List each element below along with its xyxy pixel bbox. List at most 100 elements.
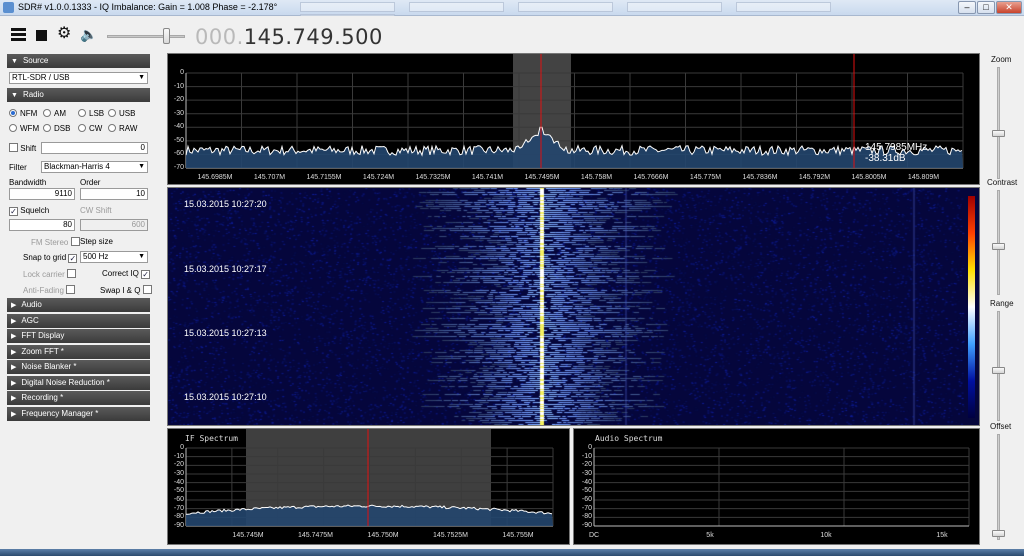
mode-label: LSB — [89, 109, 105, 118]
if-spectrum-y-tick: -20 — [173, 461, 184, 469]
radio-indicator — [108, 109, 116, 117]
offset-slider-track[interactable] — [997, 434, 1000, 540]
section-radio[interactable]: ▼ Radio — [7, 88, 150, 102]
maximize-button[interactable]: □ — [977, 1, 995, 14]
zoom-slider-track[interactable] — [997, 67, 1000, 179]
volume-slider-track[interactable] — [107, 35, 185, 38]
mode-radio-usb[interactable]: USB — [108, 109, 135, 118]
stop-icon[interactable] — [36, 30, 47, 41]
expand-arrow-icon: ▶ — [11, 317, 17, 325]
range-label: Range — [990, 299, 1014, 308]
step-size-select[interactable]: 500 Hz ▼ — [80, 251, 148, 263]
snap-to-grid-checkbox[interactable]: Snap to grid ✓ — [23, 253, 78, 263]
squelch-input[interactable]: 80 — [9, 219, 75, 231]
spectrum-y-tick: -60 — [173, 150, 184, 158]
cwshift-input[interactable]: 600 — [80, 219, 148, 231]
spectrum-y-tick: -20 — [173, 96, 184, 104]
spectrum-x-tick: 145.775M — [689, 174, 722, 181]
if-spectrum-panel[interactable]: IF Spectrum 0 -10 -20 -30 -40 -50 -60 -70 -80 -90… — [167, 428, 570, 545]
if-spectrum-plot[interactable] — [168, 429, 569, 544]
filter-select[interactable]: Blackman-Harris 4 ▼ — [41, 161, 148, 173]
offset-slider-thumb[interactable] — [992, 530, 1005, 537]
gear-icon[interactable]: ⚙ — [57, 26, 71, 42]
radio-indicator — [43, 109, 51, 117]
range-slider-track[interactable] — [997, 311, 1000, 421]
volume-slider-thumb[interactable] — [163, 28, 170, 44]
mode-label: RAW — [119, 124, 138, 133]
section-label: Noise Blanker * — [21, 362, 77, 371]
lock-carrier-checkbox[interactable]: Lock carrier — [23, 269, 77, 279]
audio-spectrum-panel[interactable]: Audio Spectrum 0 -10 -20 -30 -40 -50 -60 -70 -80… — [573, 428, 980, 545]
section-agc[interactable]: ▶ AGC — [7, 313, 150, 328]
spectrum-x-tick: 145.792M — [798, 174, 831, 181]
bandwidth-input[interactable]: 9110 — [9, 188, 75, 200]
order-input[interactable]: 10 — [80, 188, 148, 200]
zoom-slider-thumb[interactable] — [992, 130, 1005, 137]
section-source[interactable]: ▼ Source — [7, 54, 150, 68]
mode-radio-raw[interactable]: RAW — [108, 124, 137, 133]
waterfall-timestamp: 15.03.2015 10:27:17 — [184, 264, 267, 274]
section-label: Audio — [21, 300, 42, 309]
close-button[interactable]: ✕ — [996, 1, 1022, 14]
mode-radio-wfm[interactable]: WFM — [9, 124, 39, 133]
contrast-slider-thumb[interactable] — [992, 243, 1005, 250]
fmstereo-checkbox[interactable]: FM Stereo — [31, 237, 80, 247]
mode-radio-lsb[interactable]: LSB — [78, 109, 104, 118]
mode-radio-cw[interactable]: CW — [78, 124, 102, 133]
section-label: Recording * — [21, 393, 64, 402]
shift-checkbox[interactable]: Shift — [9, 143, 36, 153]
if-spectrum-y-tick: -70 — [173, 504, 184, 512]
app-icon — [3, 2, 14, 13]
section-label: Frequency Manager * — [21, 408, 99, 418]
spectrum-x-tick: 145.724M — [362, 174, 395, 181]
minimize-button[interactable]: – — [958, 1, 976, 14]
if-spectrum-x-tick: 145.750M — [367, 532, 399, 539]
audio-spectrum-y-tick: -40 — [581, 478, 592, 486]
swap-iq-checkbox[interactable]: Swap I & Q — [100, 285, 152, 295]
section-zoom-fft[interactable]: ▶ Zoom FFT * — [7, 344, 150, 359]
section-audio[interactable]: ▶ Audio — [7, 298, 150, 312]
if-spectrum-x-tick: 145.7525M — [432, 532, 469, 539]
waterfall-image[interactable] — [168, 188, 979, 425]
audio-spectrum-plot[interactable] — [574, 429, 979, 544]
frequency-prefix: 000. — [195, 25, 244, 49]
filter-label: Filter — [9, 163, 27, 172]
spectrum-x-tick: 145.6985M — [197, 174, 233, 181]
zoom-label: Zoom — [991, 55, 1012, 64]
spectrum-panel[interactable]: 0 -10 -20 -30 -40 -50 -60 -70 145.6985M 145.707M… — [167, 53, 980, 185]
section-frequency-manager[interactable]: ▶ Frequency Manager * — [7, 406, 150, 421]
mode-label: NFM — [20, 109, 38, 118]
waterfall-color-scale — [968, 196, 975, 418]
shift-input[interactable]: 0 — [41, 142, 148, 154]
section-fft-display[interactable]: ▶ FFT Display — [7, 329, 150, 343]
section-noise-blanker[interactable]: ▶ Noise Blanker * — [7, 360, 150, 374]
expand-arrow-icon: ▶ — [11, 410, 17, 418]
stepsize-label: Step size — [80, 237, 113, 246]
section-recording[interactable]: ▶ Recording * — [7, 391, 150, 405]
title-bar: SDR# v1.0.0.1333 - IQ Imbalance: Gain = … — [0, 0, 1024, 24]
squelch-checkbox[interactable]: ✓ Squelch — [9, 206, 49, 216]
if-spectrum-y-tick: -30 — [173, 470, 184, 477]
mode-radio-nfm[interactable]: NFM — [9, 109, 37, 118]
waterfall-panel[interactable]: 15.03.2015 10:27:20 15.03.2015 10:27:17 … — [167, 187, 980, 426]
section-label: AGC — [21, 315, 39, 325]
mode-label: USB — [119, 109, 136, 118]
audio-spectrum-y-tick: -50 — [581, 487, 592, 495]
mode-radio-dsb[interactable]: DSB — [43, 124, 70, 133]
hamburger-icon[interactable] — [11, 28, 26, 41]
cwshift-label: CW Shift — [80, 206, 112, 215]
spectrum-plot[interactable] — [168, 54, 979, 184]
anti-fading-checkbox[interactable]: Anti-Fading — [23, 285, 76, 295]
if-spectrum-y-tick: -10 — [173, 452, 184, 460]
if-spectrum-y-tick: -50 — [173, 487, 184, 495]
section-digital-noise-reduction[interactable]: ▶ Digital Noise Reduction * — [7, 375, 150, 390]
frequency-display[interactable]: 000.145.749.500 — [195, 25, 383, 49]
range-slider-thumb[interactable] — [992, 367, 1005, 374]
mode-radio-am[interactable]: AM — [43, 109, 66, 118]
source-device-select[interactable]: RTL-SDR / USB ▼ — [9, 72, 148, 84]
speaker-icon[interactable]: 🔈 — [80, 27, 97, 41]
radio-indicator — [9, 124, 17, 132]
section-label: Digital Noise Reduction * — [21, 377, 110, 387]
correct-iq-checkbox[interactable]: Correct IQ ✓ — [102, 269, 151, 279]
spectrum-x-tick: 145.809M — [907, 174, 940, 181]
